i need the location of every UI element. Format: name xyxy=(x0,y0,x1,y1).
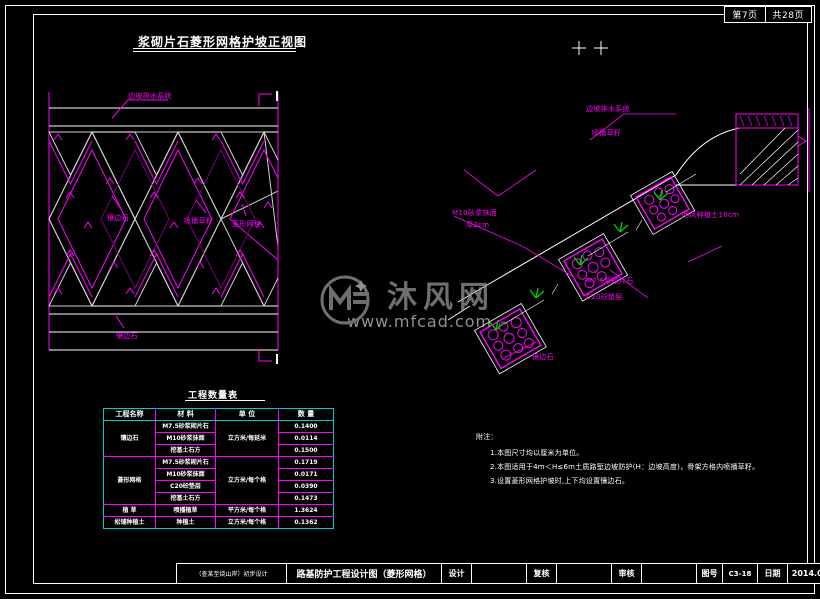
table-cell-unit: 立方米/每个格 xyxy=(215,516,279,529)
title-underline-lower xyxy=(133,51,296,52)
table-row: 镶边石 M7.5砂浆砌片石 立方米/每延米 0.1400 xyxy=(103,420,334,457)
label-section-drainage: 边坡排水系统 xyxy=(586,105,630,113)
title-block-date-label: 日期 xyxy=(758,564,788,583)
title-block-drawing-name: 路基防护工程设计图（菱形网格） xyxy=(287,564,442,583)
table-cell-material: M7.5砂浆砌片石 xyxy=(155,456,216,469)
cad-drawing-sheet: 第7页 共28页 浆砌片石菱形网格护坡正视图 边坡排水系统 镶边石 喷播草籽 菱… xyxy=(0,0,820,599)
note-item-2: 2.本图适用于4m＜H≤6m土质路堑边坡防护(H：边坡高度)，骨架方格内喷播草籽… xyxy=(490,463,760,471)
section-mark-elevation-lower xyxy=(258,349,278,364)
table-cell-unit: 立方米/每个格 xyxy=(215,456,279,505)
label-elevation-curb-stone: 镶边石 xyxy=(116,332,138,340)
quantity-table: 工程名称材 料单 位数 量镶边石 M7.5砂浆砌片石 立方米/每延米 0.1400 M1… xyxy=(103,408,334,529)
cross-section-drawing-svg xyxy=(447,108,810,375)
title-block-number-value: C3-18 xyxy=(723,564,758,583)
label-section-concrete-base: C20砼垫层 xyxy=(586,293,623,301)
table-cell-material: 种植土 xyxy=(155,516,216,529)
cross-section-view: 边坡排水系统 喷播草籽 M10砂浆抹面 厚2cm 回风种植土10cm M7.5浆… xyxy=(440,80,815,380)
quantity-table-body: 工程名称材 料单 位数 量镶边石 M7.5砂浆砌片石 立方米/每延米 0.1400 M1… xyxy=(103,408,334,529)
title-block-approve-label: 审核 xyxy=(612,564,642,583)
table-cell-quantity: 0.0171 xyxy=(278,468,334,481)
label-section-curb-stone: 镶边石 xyxy=(532,353,554,361)
title-block-review-value[interactable] xyxy=(557,564,612,583)
page-current: 第7页 xyxy=(725,7,766,22)
table-cell-quantity: 0.0114 xyxy=(278,432,334,445)
table-cell-material: M10砂浆抹面 xyxy=(155,432,216,445)
note-item-1: 1.本图尺寸均以厘米为单位。 xyxy=(490,449,584,457)
label-section-mortar-thickness: 厚2cm xyxy=(466,221,490,229)
title-block: （查某至绕山岸）初步设计 路基防护工程设计图（菱形网格） 设计 复核 审核 图号… xyxy=(176,563,820,584)
title-block-approve-value[interactable] xyxy=(642,564,697,583)
title-block-date-value: 2014.02 xyxy=(791,569,820,578)
table-cell-name: 植 草 xyxy=(103,504,156,517)
table-cell-material: 挖基土石方 xyxy=(155,444,216,457)
notes-block: 附注： 1.本图尺寸均以厘米为单位。 2.本图适用于4m＜H≤6m土质路堑边坡防… xyxy=(476,430,759,488)
table-cell-name: 菱形网格 xyxy=(103,456,156,505)
table-header-cell: 单 位 xyxy=(215,408,279,421)
table-row: 植 草喷播植草 平方米/每个格 1.3624 xyxy=(103,504,334,517)
table-cell-quantity: 0.1719 xyxy=(278,456,334,469)
title-block-design-value[interactable] xyxy=(472,564,527,583)
table-cell-material: 挖基土石方 xyxy=(155,492,216,505)
table-header-cell: 工程名称 xyxy=(103,408,156,421)
note-item-3: 3.设置菱形网格护坡时,上下均设置镶边石。 xyxy=(490,477,630,485)
table-header-row: 工程名称材 料单 位数 量 xyxy=(103,408,334,421)
table-cell-quantity: 0.1400 xyxy=(278,420,334,433)
notes-heading: 附注： xyxy=(476,433,498,441)
table-cell-material: 喷播植草 xyxy=(155,504,216,517)
table-cell-quantity: 0.1500 xyxy=(278,444,334,457)
table-cell-unit: 平方米/每个格 xyxy=(215,504,279,517)
label-elevation-diamond-grid: 菱形网格 xyxy=(232,220,262,228)
page-indicator: 第7页 共28页 xyxy=(724,6,812,23)
table-row: 菱形网格 M7.5砂浆砌片石 立方米/每个格 0.1719 xyxy=(103,456,334,505)
table-cell-unit: 立方米/每延米 xyxy=(215,420,279,457)
table-cell-name: 松铺种植土 xyxy=(103,516,156,529)
elevation-view: 边坡排水系统 镶边石 喷播草籽 菱形网格 镶边石 xyxy=(46,88,281,358)
table-cell-name: 镶边石 xyxy=(103,420,156,457)
title-block-design-label: 设计 xyxy=(442,564,472,583)
table-cell-material: M7.5砂浆砌片石 xyxy=(155,420,216,433)
label-section-mortar-plaster: M10砂浆抹面 xyxy=(452,209,498,217)
title-block-number-label: 图号 xyxy=(697,564,723,583)
label-section-grass-seed: 喷播草籽 xyxy=(592,129,622,137)
title-block-project: （查某至绕山岸）初步设计 xyxy=(177,564,287,583)
section-mark-I-I xyxy=(572,41,608,55)
table-cell-quantity: 1.3624 xyxy=(278,504,334,517)
table-cell-material: C20砼垫层 xyxy=(155,480,216,493)
label-section-rubble-masonry: M7.5浆砌片石 xyxy=(586,277,634,285)
table-row: 松铺种植土 种植土 立方米/每个格 0.1362 xyxy=(103,516,334,529)
table-cell-quantity: 0.1362 xyxy=(278,516,334,529)
quantity-table-title-underline xyxy=(185,400,265,401)
table-cell-quantity: 0.1473 xyxy=(278,492,334,505)
page-total: 共28页 xyxy=(772,11,804,21)
title-block-review-label: 复核 xyxy=(527,564,557,583)
title-underline-upper xyxy=(133,48,296,49)
table-cell-material: M10砂浆抹面 xyxy=(155,468,216,481)
table-cell-quantity: 0.0390 xyxy=(278,480,334,493)
label-section-planting-soil: 回风种植土10cm xyxy=(682,211,740,219)
table-header-cell: 数 量 xyxy=(278,408,334,421)
label-elevation-drainage: 边坡排水系统 xyxy=(128,92,172,100)
section-mark-elevation xyxy=(258,91,278,106)
label-elevation-edge-stone: 镶边石 xyxy=(107,214,129,222)
table-header-cell: 材 料 xyxy=(155,408,216,421)
label-elevation-grass-seed: 喷播草籽 xyxy=(184,217,214,225)
